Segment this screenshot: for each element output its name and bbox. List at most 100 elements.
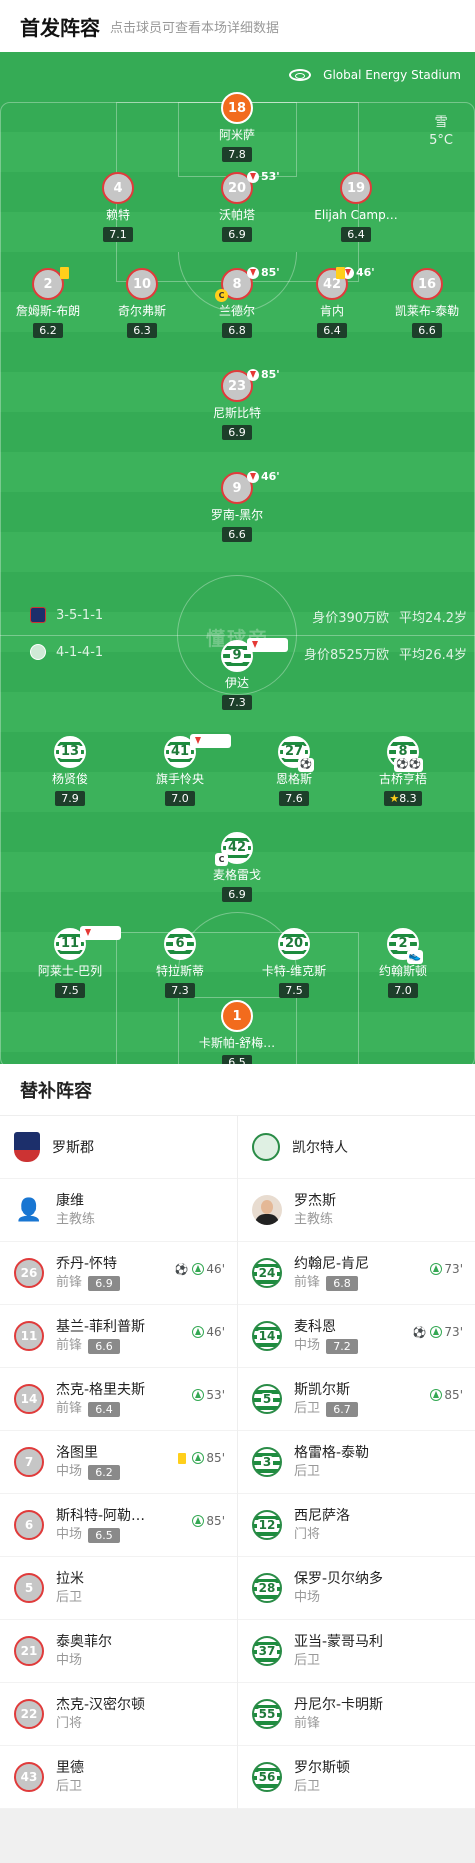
sub-number-badge: 26 [14, 1258, 44, 1288]
player-number: 9 [230, 648, 244, 663]
away-coach-row[interactable]: 罗杰斯 主教练 [238, 1179, 475, 1242]
celtic-crest-icon [252, 1133, 280, 1161]
away-market-value: 身价8525万欧 [303, 648, 390, 663]
player-rating: 6.9 [222, 425, 252, 440]
player-number: 2 [43, 276, 53, 292]
lineup-subtitle: 点击球员可查看本场详细数据 [110, 20, 280, 36]
sub-number: 6 [24, 1518, 34, 1532]
sub-rating: 6.2 [88, 1464, 121, 1480]
sub-event: 73' [430, 1262, 463, 1276]
player-name: 恩格斯 [275, 772, 312, 786]
sub-player-row[interactable]: 5 拉米 后卫 [0, 1557, 237, 1620]
sub-name: 乔丹-怀特 [56, 1256, 118, 1272]
player-rating: ★8.3 [384, 791, 422, 806]
home-player[interactable]: 23 85' 尼斯比特 6.9 [187, 368, 287, 440]
home-player[interactable]: 9 46' 罗南-黑尔 6.6 [187, 470, 287, 542]
away-player[interactable]: 9 73' 伊达 7.3 [187, 638, 288, 710]
home-coach-row[interactable]: 👤 康维 主教练 [0, 1179, 237, 1242]
rating-value: 7.0 [171, 792, 189, 805]
player-number-badge: 19 [340, 172, 372, 204]
away-team-row[interactable]: 凯尔特人 [238, 1116, 475, 1179]
home-player[interactable]: 10 奇尔弗斯 6.3 [92, 268, 192, 338]
sub-player-row[interactable]: 37 亚当-蒙哥马利 后卫 [238, 1620, 475, 1683]
sub-in-time: 85' [206, 1451, 225, 1465]
home-player[interactable]: 20 53' 沃帕塔 6.9 [187, 170, 287, 242]
sub-name: 西尼萨洛 [294, 1508, 350, 1524]
home-player[interactable]: 42 46' 肯内 6.4 [282, 266, 382, 338]
yellow-card-icon [336, 267, 345, 279]
away-player[interactable]: 13 杨贤俊 7.9 [20, 736, 120, 806]
sub-player-row[interactable]: 5 斯凯尔斯 后卫 6.7 85' [238, 1368, 475, 1431]
sub-player-row[interactable]: 43 里德 后卫 [0, 1746, 237, 1809]
sub-player-row[interactable]: 22 杰克-汉密尔顿 门将 [0, 1683, 237, 1746]
sub-number: 14 [256, 1328, 278, 1343]
home-player[interactable]: 18 阿米萨 7.8 [187, 92, 287, 162]
celtic-logo-icon [30, 644, 46, 660]
player-name: 奇尔弗斯 [117, 304, 166, 318]
away-team-name: 凯尔特人 [292, 1140, 348, 1156]
away-player[interactable]: 41 73' 旗手怜央 7.0 [130, 734, 231, 806]
home-formation-text: 3-5-1-1 [56, 607, 104, 623]
away-player[interactable]: 8 ⚽⚽ 古桥亨梧 ★8.3 [353, 736, 453, 806]
sub-player-row[interactable]: 3 格雷格-泰勒 后卫 [238, 1431, 475, 1494]
sub-player-row[interactable]: 55 丹尼尔-卡明斯 前锋 [238, 1683, 475, 1746]
away-player[interactable]: 6 特拉斯蒂 7.3 [130, 928, 230, 998]
sub-player-row[interactable]: 14 麦科恩 中场 7.2 ⚽ 73' [238, 1305, 475, 1368]
sub-out-icon [192, 735, 204, 747]
home-player[interactable]: 16 凯莱布-泰勒 6.6 [377, 268, 475, 338]
home-player[interactable]: 2 詹姆斯-布朗 6.2 [0, 267, 98, 338]
player-number-badge: 1 [221, 1000, 253, 1032]
sub-number: 28 [256, 1580, 278, 1595]
away-player[interactable]: 27 ⚽ 恩格斯 7.6 [244, 736, 344, 806]
away-player[interactable]: 2 👟 约翰斯顿 7.0 [353, 928, 453, 998]
sub-position: 后卫 [294, 1401, 321, 1416]
sub-off-badge: 46' [247, 470, 280, 483]
star-icon: ★ [389, 792, 400, 805]
player-rating: 6.6 [222, 527, 252, 542]
sub-position: 后卫 [56, 1779, 83, 1794]
stadium-name: Global Energy Stadium [323, 68, 461, 82]
rating-value: 8.3 [399, 792, 417, 805]
rating-value: 6.9 [228, 888, 246, 901]
away-player[interactable]: 11 85' 阿莱士-巴列 7.5 [20, 926, 121, 998]
sub-player-row[interactable]: 56 罗尔斯顿 后卫 [238, 1746, 475, 1809]
sub-name: 斯凯尔斯 [294, 1382, 350, 1398]
sub-event: ⚽ 46' [175, 1262, 225, 1276]
sub-time: 46' [261, 470, 280, 483]
sub-out-icon [82, 927, 94, 939]
sub-time: 73' [263, 638, 286, 652]
rating-value: 6.4 [323, 324, 341, 337]
player-rating: 6.2 [33, 323, 63, 338]
yellow-card-icon [60, 267, 69, 279]
sub-rating: 6.7 [326, 1401, 359, 1417]
home-player[interactable]: 4 赖特 7.1 [68, 172, 168, 242]
sub-player-row[interactable]: 24 约翰尼-肯尼 前锋 6.8 73' [238, 1242, 475, 1305]
sub-player-row[interactable]: 12 西尼萨洛 门将 [238, 1494, 475, 1557]
away-player[interactable]: 1 卡斯帕-舒梅… 6.5 [187, 1000, 287, 1064]
sub-player-row[interactable]: 26 乔丹-怀特 前锋 6.9 ⚽ 46' [0, 1242, 237, 1305]
sub-player-row[interactable]: 28 保罗-贝尔纳多 中场 [238, 1557, 475, 1620]
sub-player-row[interactable]: 14 杰克-格里夫斯 前锋 6.4 53' [0, 1368, 237, 1431]
player-rating: 7.0 [165, 791, 195, 806]
home-avg-age: 平均24.2岁 [399, 611, 467, 626]
player-name: 沃帕塔 [218, 208, 255, 222]
player-number-badge: 10 [126, 268, 158, 300]
away-player[interactable]: 20 卡特-维克斯 7.5 [244, 928, 344, 998]
home-player[interactable]: 19 Elijah Camp… 6.4 [306, 172, 406, 242]
sub-player-row[interactable]: 6 斯科特-阿勒… 中场 6.5 85' [0, 1494, 237, 1557]
home-team-row[interactable]: 罗斯郡 [0, 1116, 237, 1179]
player-number-badge: 2 [32, 267, 69, 300]
sub-position: 后卫 [56, 1590, 83, 1605]
sub-player-row[interactable]: 7 洛图里 中场 6.2 85' [0, 1431, 237, 1494]
sub-in-icon [192, 1389, 205, 1401]
player-rating: 6.6 [412, 323, 442, 338]
sub-player-row[interactable]: 11 基兰-菲利普斯 前锋 6.6 46' [0, 1305, 237, 1368]
away-player[interactable]: 42 C 麦格雷戈 6.9 [187, 832, 287, 902]
sub-in-icon [192, 1515, 205, 1527]
player-rating: 7.8 [222, 147, 252, 162]
sub-event: 53' [192, 1388, 225, 1402]
sub-position: 前锋 [56, 1275, 83, 1290]
sub-player-row[interactable]: 21 泰奥菲尔 中场 [0, 1620, 237, 1683]
home-player[interactable]: 8 85' C 兰德尔 6.8 [187, 266, 287, 338]
rating-value: 7.1 [109, 228, 127, 241]
